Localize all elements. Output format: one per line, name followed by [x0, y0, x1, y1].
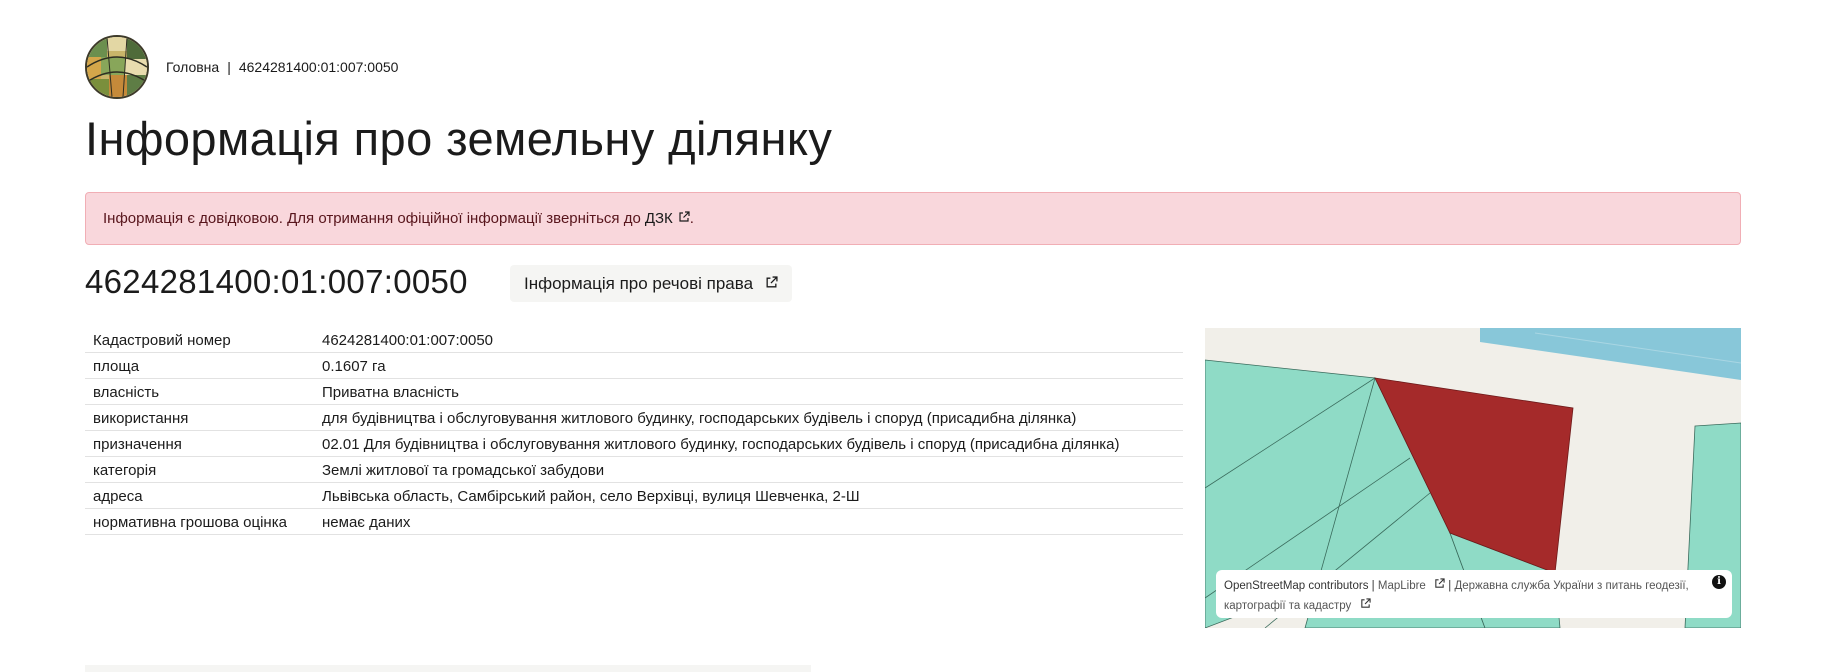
parcel-number-heading: 4624281400:01:007:0050	[85, 263, 468, 300]
row-label: призначення	[85, 430, 314, 457]
table-row: Кадастровий номер 4624281400:01:007:0050	[85, 327, 1183, 353]
page-title: Інформація про земельну ділянку	[85, 112, 833, 165]
row-value: 02.01 Для будівництва і обслуговування ж…	[314, 430, 1183, 457]
breadcrumb-separator: |	[227, 59, 231, 75]
external-link-icon	[1360, 596, 1371, 616]
attribution-separator: |	[1371, 580, 1375, 592]
property-rights-label: Інформація про речові права	[524, 273, 754, 293]
row-label: використання	[85, 404, 314, 431]
row-label: нормативна грошова оцінка	[85, 508, 314, 535]
external-link-icon	[1434, 576, 1445, 596]
breadcrumb-current: 4624281400:01:007:0050	[238, 59, 399, 75]
parcel-info-table: Кадастровий номер 4624281400:01:007:0050 …	[85, 327, 1183, 535]
table-row: площа 0.1607 га	[85, 352, 1183, 379]
breadcrumb: Головна | 4624281400:01:007:0050	[166, 59, 398, 75]
row-value: 4624281400:01:007:0050	[314, 327, 1183, 353]
row-value: 0.1607 га	[314, 352, 1183, 379]
table-row: призначення 02.01 Для будівництва і обслу…	[85, 430, 1183, 457]
row-label: власність	[85, 378, 314, 405]
row-label: площа	[85, 352, 314, 379]
table-row: нормативна грошова оцінка немає даних	[85, 508, 1183, 535]
attribution-info-icon[interactable]: i	[1712, 575, 1726, 589]
alert-text: Інформація є довідковою. Для отримання о…	[103, 210, 641, 227]
header: Головна | 4624281400:01:007:0050	[85, 35, 398, 99]
dzk-link-label: ДЗК	[644, 210, 673, 227]
table-row: категорія Землі житлової та громадської з…	[85, 456, 1183, 483]
maplibre-link[interactable]: MapLibre	[1378, 580, 1426, 592]
dzk-link[interactable]: ДЗК	[645, 210, 690, 227]
info-alert: Інформація є довідковою. Для отримання о…	[85, 192, 1741, 245]
table-row: власність Приватна власність	[85, 378, 1183, 405]
row-value: немає даних	[314, 508, 1183, 535]
table-row: адреса Львівська область, Самбірський рай…	[85, 482, 1183, 509]
next-section-partial	[85, 665, 811, 672]
row-label: Кадастровий номер	[85, 327, 314, 353]
attribution-separator: |	[1448, 580, 1452, 592]
external-link-icon	[765, 274, 778, 294]
row-value: Землі житлової та громадської забудови	[314, 456, 1183, 483]
logo[interactable]	[85, 35, 149, 99]
row-value: для будівництва і обслуговування житлово…	[314, 404, 1183, 431]
osm-link[interactable]: OpenStreetMap contributors	[1224, 580, 1368, 592]
property-rights-button[interactable]: Інформація про речові права	[510, 265, 793, 302]
breadcrumb-home[interactable]: Головна	[166, 59, 219, 75]
map-attribution: OpenStreetMap contributors | MapLibre | …	[1216, 570, 1732, 618]
row-value: Приватна власність	[314, 378, 1183, 405]
row-value: Львівська область, Самбірський район, се…	[314, 482, 1183, 509]
table-row: використання для будівництва і обслуговув…	[85, 404, 1183, 431]
alert-suffix: .	[689, 210, 694, 227]
row-label: категорія	[85, 456, 314, 483]
external-link-icon	[678, 210, 690, 227]
row-label: адреса	[85, 482, 314, 509]
